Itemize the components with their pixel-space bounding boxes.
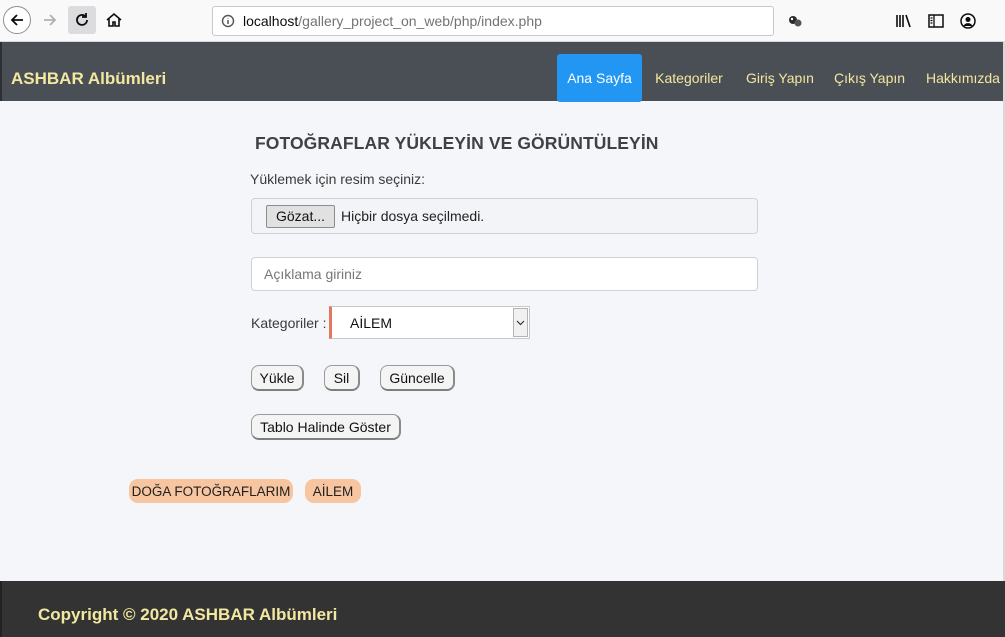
description-input[interactable]: [251, 257, 758, 291]
nav-item-logout[interactable]: Çıkış Yapın: [828, 54, 911, 102]
page-title: FOTOĞRAFLAR YÜKLEYİN VE GÖRÜNTÜLEYİN: [255, 133, 659, 153]
back-button[interactable]: [3, 6, 31, 34]
sidebar-icon[interactable]: [926, 11, 946, 31]
account-icon[interactable]: [958, 11, 978, 31]
reload-button[interactable]: [68, 6, 96, 34]
delete-button[interactable]: Sil: [324, 365, 360, 391]
upload-label: Yüklemek için resim seçiniz:: [250, 171, 426, 187]
url-bar[interactable]: localhost/gallery_project_on_web/php/ind…: [212, 6, 774, 36]
home-icon: [106, 12, 122, 27]
nav-item-about[interactable]: Hakkımızda: [919, 54, 1005, 102]
category-selected-value: AİLEM: [350, 314, 393, 331]
chevron-down-icon[interactable]: [513, 308, 528, 337]
nav-item-categories[interactable]: Kategoriler: [647, 54, 731, 102]
nav-item-home[interactable]: Ana Sayfa: [557, 54, 642, 102]
update-button[interactable]: Güncelle: [380, 365, 455, 391]
arrow-right-icon: [44, 14, 57, 26]
browse-button[interactable]: Gözat...: [266, 204, 336, 228]
site-footer: Copyright © 2020 ASHBAR Albümleri: [0, 581, 1005, 637]
site-navbar: ASHBAR Albümleri Ana Sayfa Kategoriler G…: [0, 42, 1005, 102]
tag-nature-photos[interactable]: DOĞA FOTOĞRAFLARIM: [129, 479, 293, 503]
category-select[interactable]: AİLEM: [329, 306, 530, 339]
forward-button[interactable]: [36, 6, 64, 34]
library-icon[interactable]: [894, 11, 914, 31]
category-label: Kategoriler :: [251, 315, 327, 331]
file-input[interactable]: Gözat... Hiçbir dosya seçilmedi.: [251, 198, 758, 234]
browser-toolbar: localhost/gallery_project_on_web/php/ind…: [0, 0, 1005, 42]
info-icon: [221, 14, 235, 28]
copyright-text: Copyright © 2020 ASHBAR Albümleri: [38, 605, 338, 624]
table-view-button[interactable]: Tablo Halinde Göster: [251, 414, 401, 440]
nav-item-login[interactable]: Giriş Yapın: [739, 54, 821, 102]
url-host: localhost: [243, 13, 299, 29]
url-path: /gallery_project_on_web/php/index.php: [298, 13, 542, 29]
tag-family[interactable]: AİLEM: [305, 479, 361, 503]
home-button[interactable]: [100, 6, 128, 34]
brand-logo[interactable]: ASHBAR Albümleri: [11, 69, 166, 89]
upload-button[interactable]: Yükle: [251, 365, 304, 391]
reload-icon: [76, 13, 88, 26]
arrow-left-icon: [10, 14, 23, 26]
file-status: Hiçbir dosya seçilmedi.: [341, 208, 485, 224]
extension-icon[interactable]: [785, 11, 805, 31]
